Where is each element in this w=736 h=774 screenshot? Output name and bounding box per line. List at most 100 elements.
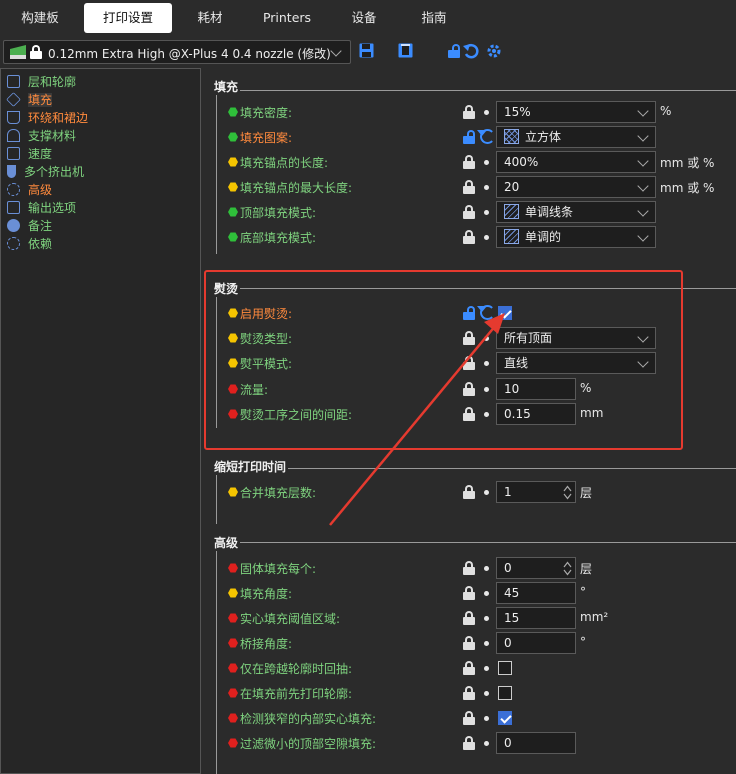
label: 合并填充层数:	[240, 486, 317, 500]
lock-icon[interactable]	[463, 180, 475, 194]
bullet-icon	[484, 185, 489, 190]
green-hex-icon	[228, 132, 238, 142]
save-icon[interactable]	[359, 43, 374, 58]
bullet-icon	[484, 235, 489, 240]
unit: °	[580, 585, 586, 599]
solid-threshold-input[interactable]: 15	[496, 607, 576, 629]
lock-icon[interactable]	[463, 205, 475, 219]
extruder-icon	[7, 165, 16, 178]
chevron-down-icon	[330, 45, 342, 57]
bridge-angle-input[interactable]: 0	[496, 632, 576, 654]
solid-every-spinner[interactable]: 0	[496, 557, 576, 579]
tab-plater[interactable]: 构建板	[6, 3, 74, 33]
lock-icon[interactable]	[463, 711, 475, 725]
bullet-icon	[484, 110, 489, 115]
lock-icon[interactable]	[463, 611, 475, 625]
retract-crossing-checkbox[interactable]	[498, 661, 512, 675]
sidebar-item-skirt[interactable]: 环绕和裙边	[7, 109, 88, 127]
row-solid-threshold: 实心填充阈值区域: 15 mm²	[202, 606, 736, 630]
row-anchor-length: 填充锚点的长度: 400% mm 或 %	[202, 150, 736, 174]
preset-value: 0.12mm Extra High @X-Plus 4 0.4 nozzle (…	[48, 47, 331, 61]
row-combine-infill: 合并填充层数: 1 层	[202, 480, 736, 504]
lock-icon[interactable]	[463, 636, 475, 650]
row-top-pattern: 顶部填充模式: 单调线条	[202, 200, 736, 224]
perimeters-first-checkbox[interactable]	[498, 686, 512, 700]
red-hex-icon	[228, 688, 238, 698]
bullet-icon	[484, 566, 489, 571]
sidebar-item-dependencies[interactable]: 依赖	[7, 235, 52, 253]
sidebar-item-infill[interactable]: 填充	[6, 91, 53, 109]
monotonic-pattern-icon	[504, 229, 519, 244]
row-infill-density: 填充密度: 15% %	[202, 100, 736, 124]
bullet-icon	[484, 666, 489, 671]
infill-icon	[6, 92, 21, 107]
infill-angle-input[interactable]: 45	[496, 582, 576, 604]
anchor-length-select[interactable]: 400%	[496, 151, 656, 173]
delete-preset-icon[interactable]	[398, 43, 413, 58]
lock-icon[interactable]	[463, 586, 475, 600]
undo-icon[interactable]	[477, 129, 495, 144]
spin-up-icon	[563, 485, 572, 492]
detect-narrow-checkbox[interactable]	[498, 711, 512, 725]
lock-open-icon[interactable]	[448, 44, 460, 58]
sidebar-item-extruders[interactable]: 多个挤出机	[7, 163, 84, 181]
label: 仅在跨越轮廓时回抽:	[240, 662, 353, 676]
sidebar-item-support[interactable]: 支撑材料	[7, 127, 76, 145]
lock-icon[interactable]	[463, 661, 475, 675]
unit: %	[660, 104, 672, 118]
label: 填充角度:	[240, 587, 293, 601]
gear-icon[interactable]	[486, 43, 502, 59]
unit: mm 或 %	[660, 156, 715, 170]
red-hex-icon	[228, 713, 238, 723]
green-hex-icon	[228, 232, 238, 242]
lock-icon[interactable]	[463, 155, 475, 169]
lock-icon[interactable]	[463, 485, 475, 499]
preset-bar: 0.12mm Extra High @X-Plus 4 0.4 nozzle (…	[0, 38, 736, 66]
tab-print-settings[interactable]: 打印设置	[84, 3, 172, 33]
spin-down-icon	[563, 569, 572, 576]
row-retract-crossing: 仅在跨越轮廓时回抽:	[202, 656, 736, 680]
tab-filament[interactable]: 耗材	[178, 3, 242, 33]
annotation-highlight-box	[204, 270, 683, 450]
label: 填充锚点的长度:	[240, 156, 329, 170]
bullet-icon	[484, 591, 489, 596]
preset-select[interactable]: 0.12mm Extra High @X-Plus 4 0.4 nozzle (…	[3, 40, 351, 64]
bottom-pattern-select[interactable]: 单调的	[496, 226, 656, 248]
combine-infill-spinner[interactable]: 1	[496, 481, 576, 503]
sidebar-item-speed[interactable]: 速度	[7, 145, 52, 163]
unit: mm²	[580, 610, 609, 624]
chevron-down-icon	[637, 205, 649, 217]
support-icon	[7, 129, 20, 142]
top-pattern-select[interactable]: 单调线条	[496, 201, 656, 223]
sidebar-item-layers[interactable]: 层和轮廓	[7, 73, 76, 91]
filter-small-input[interactable]: 0	[496, 732, 576, 754]
lock-open-icon[interactable]	[463, 130, 475, 144]
sidebar-item-output[interactable]: 输出选项	[7, 199, 76, 217]
bullet-icon	[484, 741, 489, 746]
lock-icon[interactable]	[463, 686, 475, 700]
label: 过滤微小的顶部空隙填充:	[240, 737, 377, 751]
chevron-down-icon	[637, 230, 649, 242]
sidebar-item-advanced[interactable]: 高级	[7, 181, 52, 199]
lock-icon[interactable]	[463, 105, 475, 119]
anchor-max-select[interactable]: 20	[496, 176, 656, 198]
undo-icon[interactable]	[463, 43, 479, 59]
bullet-icon	[484, 641, 489, 646]
layers-icon	[7, 75, 20, 88]
infill-density-select[interactable]: 15%	[496, 101, 656, 123]
lock-icon	[30, 45, 42, 59]
lock-icon[interactable]	[463, 230, 475, 244]
sidebar-item-notes[interactable]: 备注	[7, 217, 52, 235]
unit: mm 或 %	[660, 181, 715, 195]
lock-icon[interactable]	[463, 561, 475, 575]
tab-printers[interactable]: Printers	[252, 3, 322, 33]
label: 实心填充阈值区域:	[240, 612, 341, 626]
advanced-gear-icon	[7, 183, 20, 196]
tab-device[interactable]: 设备	[332, 3, 396, 33]
tab-guide[interactable]: 指南	[404, 3, 464, 33]
green-hex-icon	[228, 207, 238, 217]
lock-icon[interactable]	[463, 736, 475, 750]
spin-down-icon	[563, 493, 572, 500]
group-title-reduce-time: 缩短打印时间	[212, 458, 289, 475]
infill-pattern-select[interactable]: 立方体	[496, 126, 656, 148]
